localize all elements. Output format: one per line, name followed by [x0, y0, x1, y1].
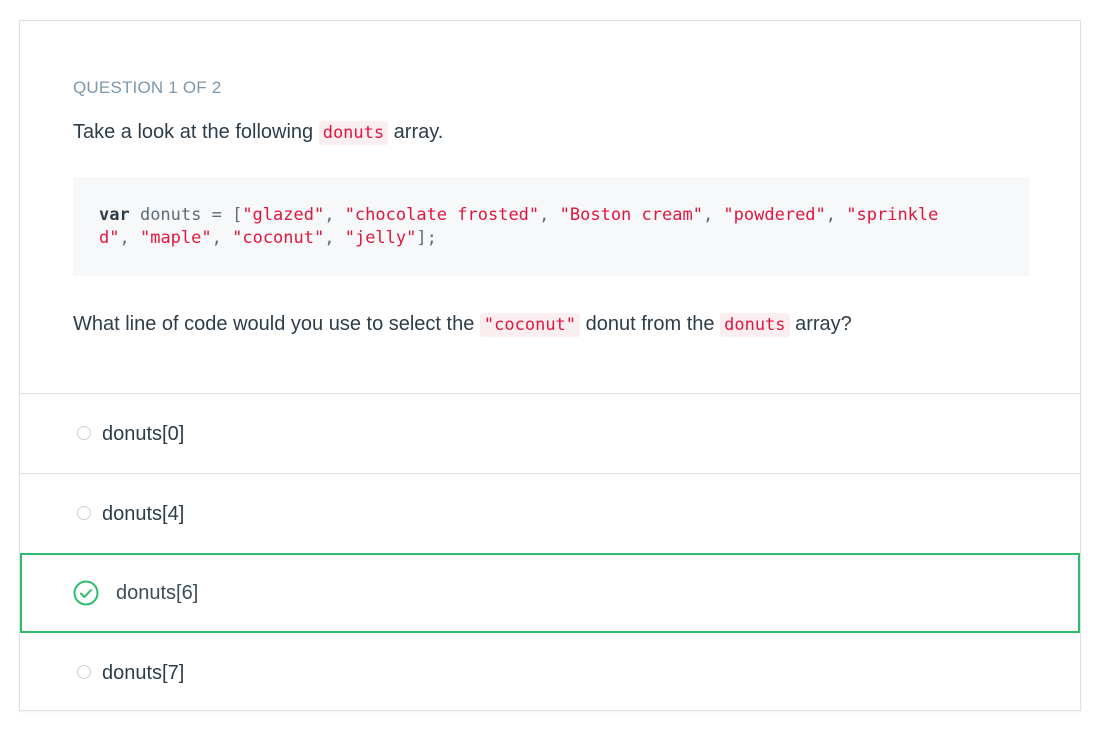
question-prompt: What line of code would you use to selec…	[73, 313, 852, 337]
quiz-card: QUESTION 1 OF 2 Take a look at the follo…	[19, 20, 1081, 711]
intro-text-before: Take a look at the following	[73, 121, 319, 143]
answer-label: donuts[6]	[116, 582, 199, 604]
code-string: d"	[99, 228, 120, 248]
prompt-inline-code-coconut: "coconut"	[479, 313, 581, 337]
code-string: "jelly"	[344, 228, 417, 248]
code-keyword: var	[99, 205, 130, 225]
code-string: "Boston cream"	[559, 205, 703, 225]
code-declaration: donuts = [	[129, 205, 243, 225]
answer-label: donuts[4]	[102, 503, 185, 525]
intro-text-after: array.	[388, 121, 444, 143]
radio-button[interactable]	[77, 426, 91, 440]
check-circle-icon	[73, 580, 99, 606]
code-end: ];	[416, 228, 437, 248]
intro-inline-code: donuts	[318, 121, 389, 145]
answer-option-0[interactable]: donuts[0]	[20, 394, 1080, 474]
answer-option-3[interactable]: donuts[7]	[20, 633, 1080, 713]
code-string: "sprinkle	[846, 205, 939, 225]
answer-label: donuts[0]	[102, 423, 185, 445]
question-intro: Take a look at the following donuts arra…	[73, 118, 443, 147]
prompt-inline-code-donuts: donuts	[720, 313, 790, 337]
question-counter: QUESTION 1 OF 2	[73, 78, 222, 97]
answer-option-1[interactable]: donuts[4]	[20, 474, 1080, 554]
answer-option-2-correct[interactable]: donuts[6]	[20, 553, 1080, 633]
radio-button[interactable]	[77, 506, 91, 520]
code-block: var donuts = ["glazed", "chocolate frost…	[73, 177, 1030, 276]
code-string: "powdered"	[723, 205, 826, 225]
code-string: "maple"	[139, 228, 212, 248]
question-panel: QUESTION 1 OF 2 Take a look at the follo…	[20, 21, 1080, 394]
answer-label: donuts[7]	[102, 662, 185, 684]
code-string: "coconut"	[232, 228, 325, 248]
code-string: "glazed"	[242, 205, 325, 225]
code-string: "chocolate frosted"	[344, 205, 540, 225]
radio-button[interactable]	[77, 665, 91, 679]
